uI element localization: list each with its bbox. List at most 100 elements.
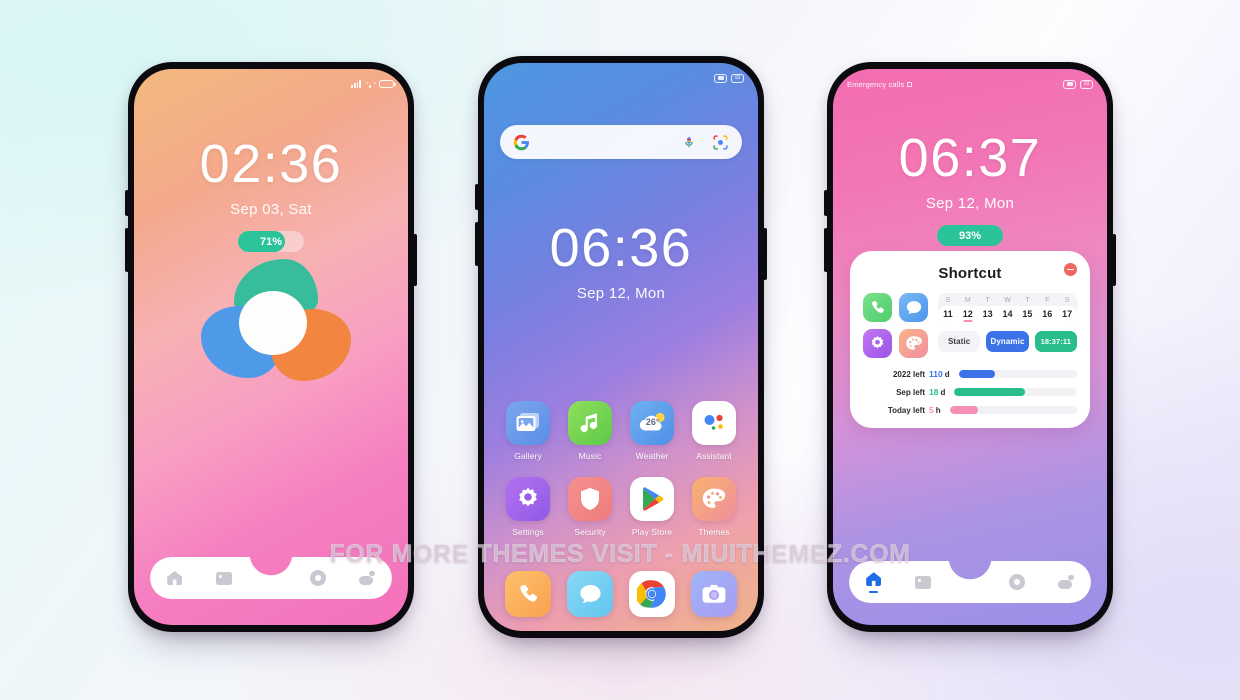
static-button[interactable]: Static	[938, 331, 981, 352]
emergency-calls-label: Emergency calls	[847, 80, 913, 89]
shortcut-body: S M T W T F S 11 12 13 14 15 16 17 Static Dynamic 18…	[863, 293, 1077, 358]
nav-item-record[interactable]	[293, 570, 342, 587]
battery-badge-icon: 93	[731, 73, 744, 83]
google-g-icon	[513, 134, 529, 150]
security-shield-icon	[568, 477, 612, 521]
status-bar-icons	[351, 80, 396, 88]
calendar-weekday: S	[945, 297, 951, 304]
microphone-icon[interactable]	[682, 134, 696, 151]
lockscreen-date: Sep 03, Sat	[230, 201, 312, 218]
app-settings[interactable]: Settings	[497, 477, 559, 537]
clock-time-button[interactable]: 18:37:11	[1034, 331, 1077, 352]
app-security[interactable]: Security	[559, 477, 621, 537]
weather-temperature: 26°	[645, 416, 660, 427]
homescreen-date: Sep 12, Mon	[576, 285, 666, 302]
calendar-weekday: T	[1025, 297, 1030, 304]
themes-palette-icon	[692, 477, 736, 521]
progress-fill	[954, 388, 1026, 396]
nav-item-record[interactable]	[992, 574, 1041, 591]
app-label: Assistant	[696, 451, 732, 461]
calendar-weekday-row: SMTWTFS	[938, 296, 1077, 306]
nav-dock-lockscreen	[150, 557, 392, 599]
chrome-icon[interactable]	[629, 571, 675, 617]
nav-item-home[interactable]	[150, 570, 199, 587]
dynamic-button[interactable]: Dynamic	[986, 331, 1029, 352]
app-label: Weather	[635, 451, 669, 461]
shortcut-title: Shortcut	[938, 265, 1002, 282]
status-bar-icons: 93	[714, 73, 744, 83]
volume-up-button[interactable]	[824, 190, 828, 216]
progress-value: 18	[929, 387, 939, 397]
progress-label: 2022 left	[892, 369, 925, 379]
nav-item-home[interactable]	[849, 571, 898, 594]
clover-center-icon	[239, 291, 307, 355]
calendar-date[interactable]: 11	[938, 309, 958, 319]
volume-up-button[interactable]	[475, 184, 479, 210]
volume-up-button[interactable]	[125, 190, 129, 216]
circle-record-icon	[1008, 574, 1025, 591]
power-button[interactable]	[1112, 234, 1116, 286]
app-label: Security	[574, 527, 606, 537]
widgetscreen-date: Sep 12, Mon	[925, 195, 1015, 212]
progress-label: Sep left	[896, 387, 925, 397]
phone-handset-icon[interactable]	[505, 571, 551, 617]
volume-down-button[interactable]	[125, 228, 129, 272]
nav-item-gallery[interactable]	[199, 570, 248, 587]
themes-shortcut-icon[interactable]	[899, 329, 928, 358]
progress-unit: h	[935, 405, 941, 415]
app-music[interactable]: Music	[559, 401, 621, 461]
power-button[interactable]	[413, 234, 417, 286]
settings-shortcut-icon[interactable]	[863, 329, 892, 358]
google-search-bar[interactable]	[500, 125, 742, 159]
music-note-icon	[568, 401, 612, 445]
clover-logo	[201, 259, 351, 381]
calendar-date[interactable]: 14	[998, 309, 1018, 319]
calendar-date[interactable]: 17	[1057, 309, 1077, 319]
homescreen-wallpaper: 93 06:36 Sep 12, Mon Gallery Music 26° W…	[484, 63, 758, 631]
calendar-date-today[interactable]: 12	[958, 309, 978, 319]
app-themes[interactable]: Themes	[683, 477, 745, 537]
power-button[interactable]	[763, 228, 767, 280]
homescreen-time: 06:36	[549, 218, 693, 278]
calendar-strip[interactable]: S M T W T F S 11 12 13 14 15 16 17	[938, 293, 1077, 323]
weather-cloud-sun-icon	[359, 570, 376, 587]
homescreen-clock-block: 06:36 Sep 12, Mon	[484, 221, 758, 302]
app-weather[interactable]: 26° Weather	[621, 401, 683, 461]
app-gallery[interactable]: Gallery	[497, 401, 559, 461]
progress-unit: d	[944, 369, 950, 379]
progress-track	[954, 388, 1077, 396]
app-play-store[interactable]: Play Store	[621, 477, 683, 537]
app-label: Play Store	[631, 527, 673, 537]
progress-row: Sep left 18 d	[863, 387, 1077, 397]
app-assistant[interactable]: Assistant	[683, 401, 745, 461]
progress-fill	[958, 370, 996, 378]
camera-icon[interactable]	[691, 571, 737, 617]
nav-item-weather[interactable]	[343, 570, 392, 587]
battery-pill-label: 93%	[958, 229, 982, 242]
phone-mockup-homescreen: 93 06:36 Sep 12, Mon Gallery Music 26° W…	[475, 56, 767, 638]
home-icon	[166, 570, 183, 587]
progress-unit: d	[940, 387, 946, 397]
google-lens-icon[interactable]	[712, 134, 729, 151]
message-bubble-icon[interactable]	[567, 571, 613, 617]
battery-pill: 93%	[937, 225, 1003, 246]
messages-shortcut-icon[interactable]	[899, 293, 928, 322]
battery-badge-icon: 93	[1080, 79, 1093, 89]
volume-down-button[interactable]	[475, 222, 479, 266]
gallery-app-icon	[506, 401, 550, 445]
nav-item-gallery[interactable]	[898, 574, 947, 591]
calendar-date[interactable]: 16	[1037, 309, 1057, 319]
minus-circle-icon[interactable]	[1064, 263, 1077, 276]
phone-mockup-widgetscreen: Emergency calls 93 06:37 Sep 12, Mon 93%…	[824, 62, 1116, 632]
nav-item-weather[interactable]	[1042, 574, 1091, 591]
settings-gear-icon	[506, 477, 550, 521]
calendar-date[interactable]: 13	[978, 309, 998, 319]
progress-label: Today left	[887, 405, 925, 415]
widgetscreen-time: 06:37	[898, 128, 1042, 188]
phone-shortcut-icon[interactable]	[863, 293, 892, 322]
camera-badge-icon	[714, 73, 727, 83]
calendar-date[interactable]: 15	[1017, 309, 1037, 319]
volume-down-button[interactable]	[824, 228, 828, 272]
shortcut-widget: Shortcut S M T W T F S 11 12 13 14 15 16…	[850, 251, 1090, 428]
widgetscreen-clock-block: 06:37 Sep 12, Mon 93%	[833, 131, 1107, 246]
